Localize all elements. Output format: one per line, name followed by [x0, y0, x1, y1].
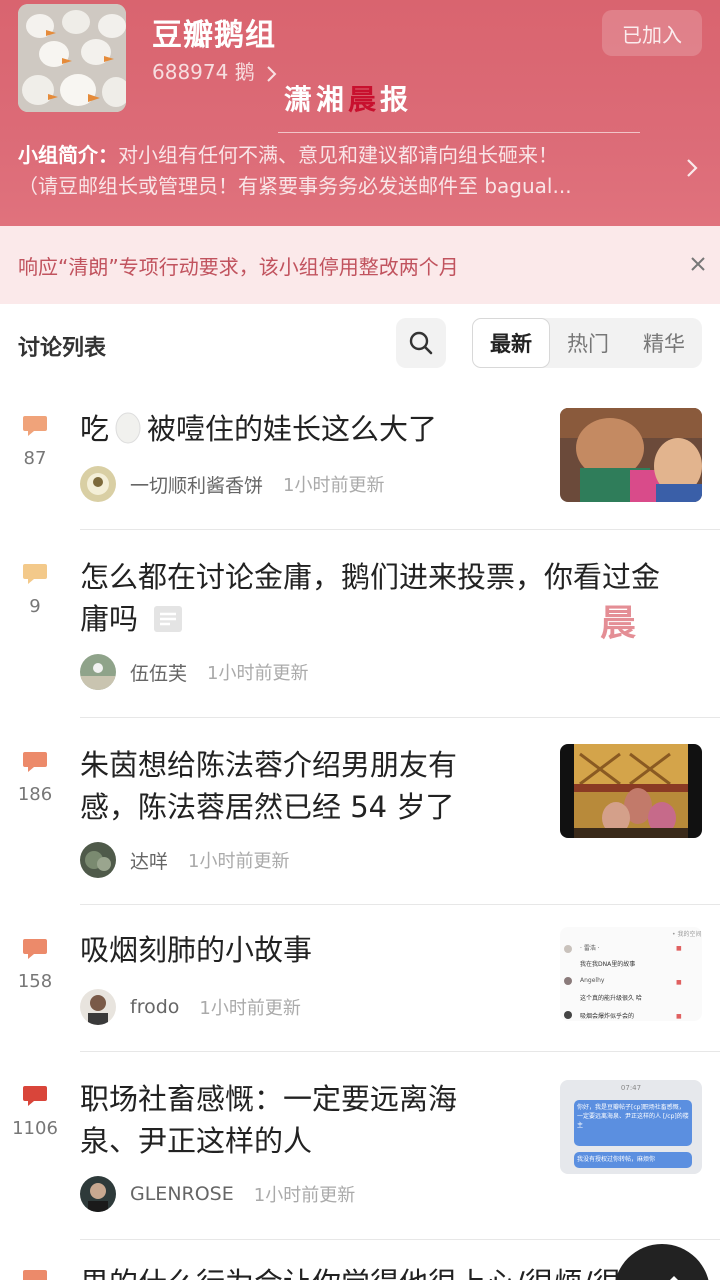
post-thumbnail[interactable]: 07:47 你好，我是豆瓣帖子[cp]职场社畜感慨，一定要远离海泉、尹正这样的人… [560, 1080, 702, 1174]
joined-button[interactable]: 已加入 [602, 10, 702, 56]
notice-bar: 响应“清朗”专项行动要求，该小组停用整改两个月 [0, 226, 720, 304]
author-row: 一切顺利酱香饼 1小时前更新 [80, 466, 384, 502]
updated-time: 1小时前更新 [207, 663, 309, 684]
search-icon [409, 331, 433, 355]
tab-hot[interactable]: 热门 [550, 318, 626, 368]
post-thumbnail[interactable] [560, 744, 702, 838]
compose-button[interactable] [614, 1244, 710, 1280]
group-intro[interactable]: 小组简介：对小组有任何不满、意见和建议都请向组长砸来！ （请豆邮组长或管理员！有… [18, 140, 668, 202]
comment-count: 9 [29, 596, 41, 617]
post-title: 职场社畜感慨：一定要远离海 泉、尹正这样的人 [80, 1082, 458, 1158]
tab-latest[interactable]: 最新 [472, 318, 550, 368]
group-header: 豆瓣鹅组 688974 鹅 已加入 潇湘晨报 小组简介：对小组有任何不满、意见和… [0, 0, 720, 226]
avatar[interactable] [80, 842, 116, 878]
updated-time: 1小时前更新 [253, 1185, 356, 1206]
author-row: 达咩 1小时前更新 [80, 842, 289, 878]
author-name[interactable]: frodo [130, 996, 179, 1018]
post-thumbnail[interactable] [560, 408, 702, 502]
list-item[interactable]: 186 朱茵想给陈法蓉介绍男朋友有 感，陈法蓉居然已经 54 岁了 达咩 1小时… [0, 718, 720, 905]
list-item[interactable]: 87 吃被噎住的娃长这么大了 一切顺利酱香饼 1小时前更新 [0, 390, 720, 530]
sort-tabs: 最新 热门 精华 [472, 318, 702, 368]
updated-time: 1小时前更新 [283, 475, 385, 496]
group-name: 豆瓣鹅组 [152, 18, 276, 53]
comment-icon [23, 564, 47, 584]
author-name[interactable]: 伍伍芙 [130, 659, 187, 686]
avatar[interactable] [80, 654, 116, 690]
comment-count: 87 [23, 448, 47, 469]
avatar[interactable] [80, 466, 116, 502]
author-name[interactable]: 一切顺利酱香饼 [130, 471, 263, 498]
updated-time: 1小时前更新 [188, 851, 290, 872]
pencil-icon [670, 1276, 678, 1280]
member-count[interactable]: 688974 鹅 [152, 56, 279, 85]
discussion-title: 讨论列表 [18, 336, 107, 361]
author-name[interactable]: 达咩 [130, 847, 168, 874]
comment-count: 186 [17, 784, 53, 805]
chevron-right-icon[interactable] [684, 156, 700, 180]
search-button[interactable] [396, 318, 446, 368]
intro-line-1: 对小组有任何不满、意见和建议都请向组长砸来！ [118, 143, 558, 167]
post-title: 吸烟刻肺的小故事 [80, 933, 313, 967]
post-title: 朱茵想给陈法蓉介绍男朋友有 感，陈法蓉居然已经 54 岁了 [80, 748, 458, 824]
group-avatar[interactable] [18, 4, 126, 112]
watermark-logo: 潇湘晨报 [284, 83, 413, 116]
author-row: GLENROSE 1小时前更新 [80, 1176, 355, 1212]
author-row: frodo 1小时前更新 [80, 989, 301, 1025]
post-thumbnail[interactable]: • 我的空间 · 雷浩 · 我在我DNA里的故事 ■ Angelhy 这个真的能… [560, 927, 702, 1021]
intro-label: 小组简介： [18, 143, 118, 167]
author-row: 伍伍芙 1小时前更新 [80, 654, 308, 690]
intro-line-2: （请豆邮组长或管理员！有紧要事务务必发送邮件至 bagual... [18, 174, 572, 198]
post-title: 男的什么行为会让你觉得他很上心/很烦/很 [80, 1262, 622, 1280]
list-item[interactable]: 1106 职场社畜感慨：一定要远离海 泉、尹正这样的人 GLENROSE 1小时… [0, 1052, 720, 1240]
list-item[interactable]: 男的什么行为会让你觉得他很上心/很烦/很 [0, 1240, 720, 1280]
comment-icon [23, 939, 47, 959]
comment-icon [23, 752, 47, 772]
comment-count: 158 [17, 971, 53, 992]
member-count-text: 688974 鹅 [152, 60, 255, 84]
avatar[interactable] [80, 1176, 116, 1212]
close-icon[interactable] [690, 256, 706, 272]
watermark-logo: 晨 [600, 603, 637, 644]
comment-count: 1106 [12, 1118, 58, 1139]
chevron-right-icon [267, 65, 277, 82]
comment-icon [23, 416, 47, 436]
avatar[interactable] [80, 989, 116, 1025]
text-post-icon [154, 606, 183, 632]
comment-icon [23, 1086, 47, 1106]
post-title: 吃被噎住的娃长这么大了 [80, 412, 438, 446]
author-name[interactable]: GLENROSE [130, 1183, 234, 1205]
notice-text: 响应“清朗”专项行动要求，该小组停用整改两个月 [18, 254, 459, 279]
comment-icon [23, 1270, 47, 1280]
list-item[interactable]: 158 吸烟刻肺的小故事 frodo 1小时前更新 • 我的空间 · 雷浩 · … [0, 905, 720, 1052]
tab-featured[interactable]: 精华 [626, 318, 702, 368]
updated-time: 1小时前更新 [199, 998, 301, 1019]
egg-icon [115, 412, 141, 444]
watermark-underline [278, 132, 640, 133]
